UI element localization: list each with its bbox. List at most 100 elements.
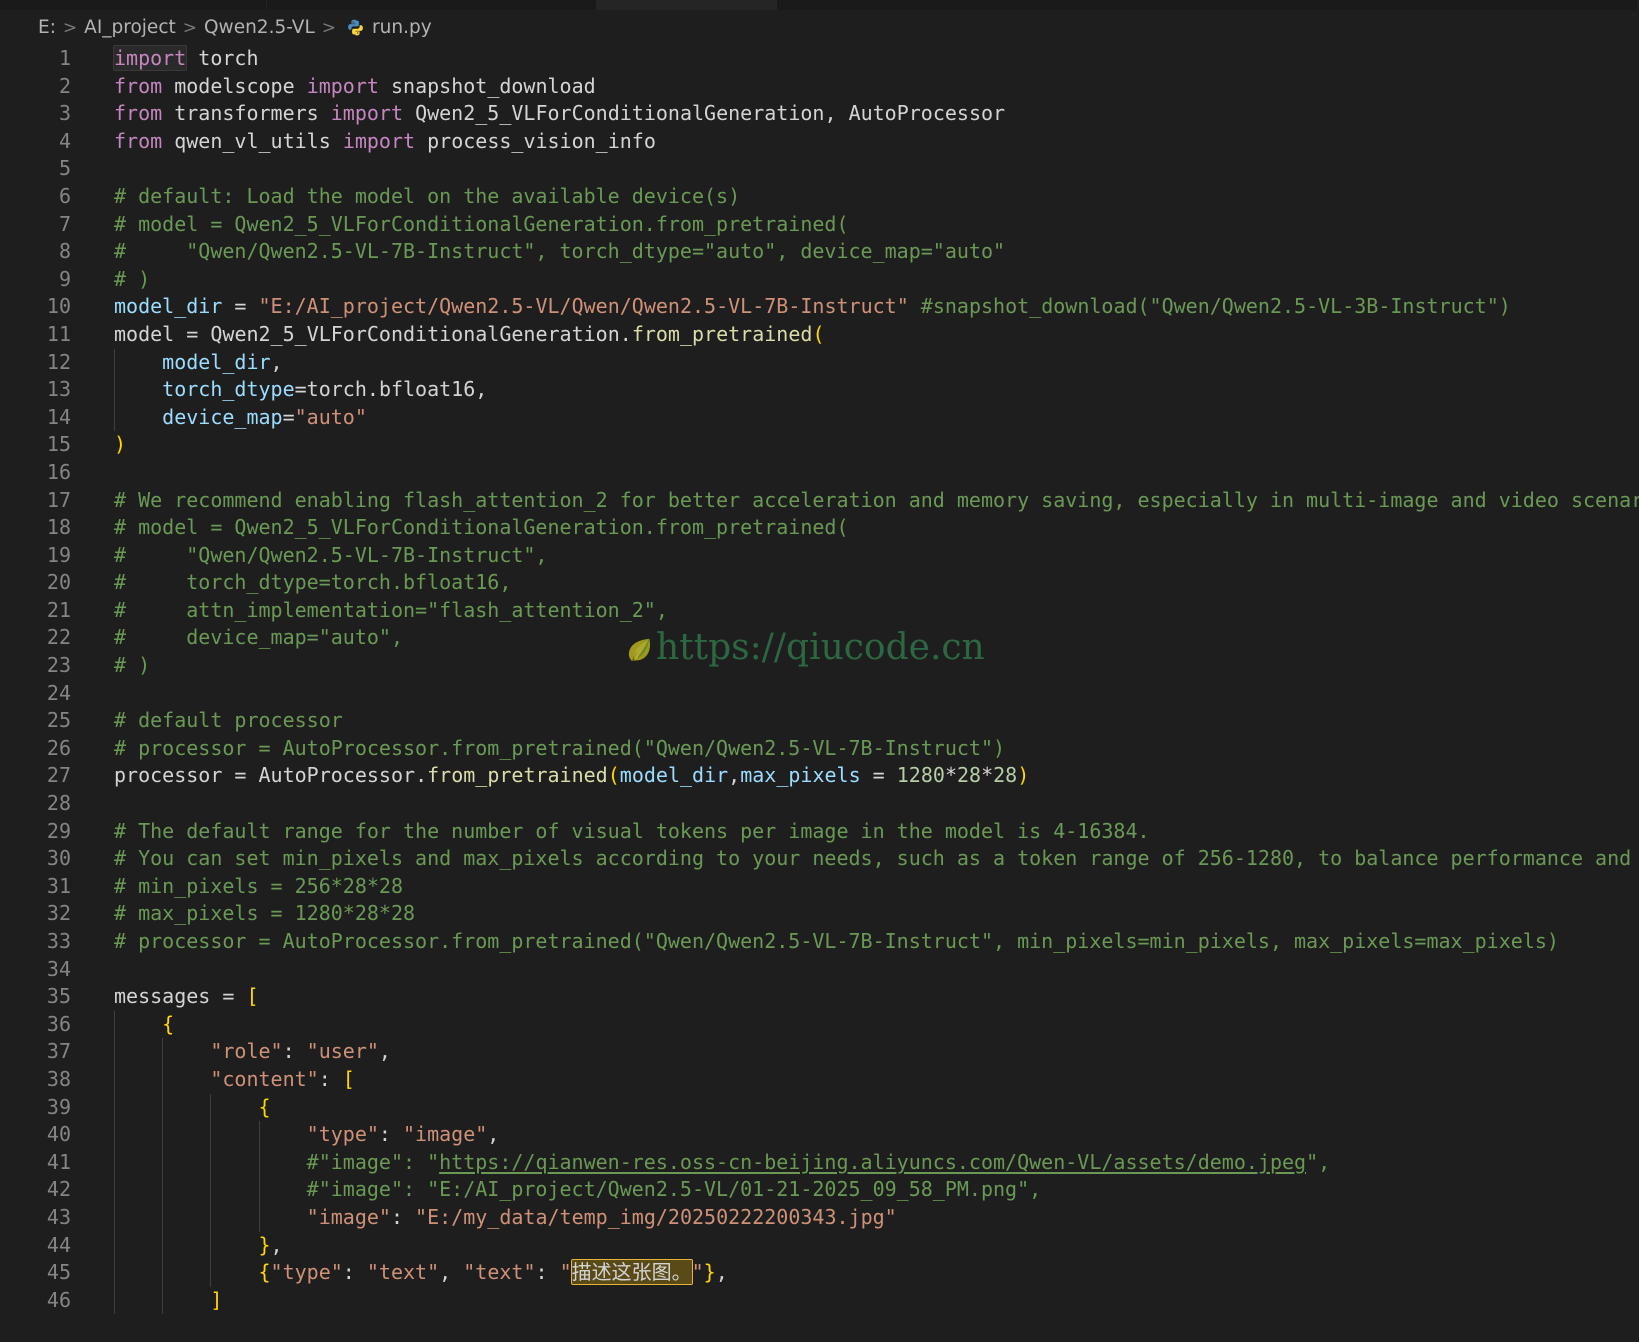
code-line[interactable]: 38 "content": [ <box>0 1065 1639 1094</box>
line-content[interactable]: # min_pixels = 256*28*28 <box>90 873 1639 901</box>
code-line[interactable]: 32 # max_pixels = 1280*28*28 <box>0 900 1639 928</box>
code-line[interactable]: 41 #"image": "https://qianwen-res.oss-cn… <box>0 1148 1639 1177</box>
line-content[interactable]: processor = AutoProcessor.from_pretraine… <box>90 762 1639 790</box>
editor-tab-1[interactable] <box>0 0 267 10</box>
code-line[interactable]: 3 from transformers import Qwen2_5_VLForC… <box>0 100 1639 128</box>
code-line[interactable]: 23 # ) <box>0 652 1639 680</box>
line-content[interactable]: # max_pixels = 1280*28*28 <box>90 900 1639 928</box>
code-line[interactable]: 37 "role": "user", <box>0 1038 1639 1066</box>
line-content[interactable]: model_dir = "E:/AI_project/Qwen2.5-VL/Qw… <box>90 293 1639 321</box>
line-content[interactable]: # The default range for the number of vi… <box>90 818 1639 846</box>
line-content[interactable]: torch_dtype=torch.bfloat16, <box>90 376 1639 404</box>
line-content[interactable]: { <box>90 1093 1639 1122</box>
breadcrumb[interactable]: E: > AI_project > Qwen2.5-VL > run.py <box>0 11 1639 44</box>
code-line[interactable]: 29 # The default range for the number of … <box>0 818 1639 846</box>
code-line[interactable]: 4 from qwen_vl_utils import process_visio… <box>0 128 1639 156</box>
line-content[interactable]: import torch <box>90 45 1639 73</box>
line-content[interactable]: "type": "image", <box>90 1121 1639 1149</box>
line-content[interactable]: # ) <box>90 266 1639 294</box>
code-line[interactable]: 24 <box>0 680 1639 708</box>
line-content[interactable]: # processor = AutoProcessor.from_pretrai… <box>90 735 1639 763</box>
code-line[interactable]: 16 <box>0 459 1639 487</box>
line-content[interactable]: #"image": "https://qianwen-res.oss-cn-be… <box>90 1148 1639 1177</box>
code-line[interactable]: 6 # default: Load the model on the availa… <box>0 183 1639 211</box>
code-line[interactable]: 22 # device_map="auto", <box>0 624 1639 652</box>
code-editor[interactable]: 1 import torch 2 from modelscope import sna… <box>0 44 1639 1342</box>
line-number: 13 <box>46 377 71 402</box>
code-line[interactable]: 33 # processor = AutoProcessor.from_pretr… <box>0 928 1639 956</box>
line-content[interactable]: # model = Qwen2_5_VLForConditionalGenera… <box>90 514 1639 542</box>
line-content[interactable]: # "Qwen/Qwen2.5-VL-7B-Instruct", torch_d… <box>90 238 1639 266</box>
line-content[interactable]: model_dir, <box>90 348 1639 377</box>
breadcrumb-item-file[interactable]: run.py <box>372 17 432 38</box>
code-line[interactable]: 7 # model = Qwen2_5_VLForConditionalGener… <box>0 211 1639 239</box>
code-line[interactable]: 45 {"type": "text", "text": "描述这张图。"}, <box>0 1259 1639 1287</box>
code-line[interactable]: 5 <box>0 155 1639 183</box>
code-line[interactable]: 17 # We recommend enabling flash_attentio… <box>0 487 1639 515</box>
code-line[interactable]: 43 "image": "E:/my_data/temp_img/2025022… <box>0 1203 1639 1232</box>
code-line[interactable]: 19 # "Qwen/Qwen2.5-VL-7B-Instruct", <box>0 542 1639 570</box>
editor-tab-active[interactable] <box>597 0 777 10</box>
line-content[interactable]: # We recommend enabling flash_attention_… <box>90 487 1639 515</box>
line-content[interactable]: # torch_dtype=torch.bfloat16, <box>90 569 1639 597</box>
line-content[interactable]: {"type": "text", "text": "描述这张图。"}, <box>90 1259 1639 1287</box>
editor-tab-strip[interactable] <box>0 0 1639 11</box>
line-content[interactable]: # default: Load the model on the availab… <box>90 183 1639 211</box>
line-content[interactable]: "role": "user", <box>90 1038 1639 1066</box>
line-content[interactable]: device_map="auto" <box>90 403 1639 432</box>
code-line[interactable]: 15) <box>0 431 1639 459</box>
code-line[interactable]: 8 # "Qwen/Qwen2.5-VL-7B-Instruct", torch_… <box>0 238 1639 266</box>
line-content[interactable]: # "Qwen/Qwen2.5-VL-7B-Instruct", <box>90 542 1639 570</box>
code-line[interactable]: 34 <box>0 956 1639 984</box>
breadcrumb-item-qwen[interactable]: Qwen2.5-VL <box>204 17 315 38</box>
code-line[interactable]: 25 # default processor <box>0 707 1639 735</box>
line-content[interactable]: # ) <box>90 652 1639 680</box>
line-content[interactable]: # You can set min_pixels and max_pixels … <box>90 845 1639 873</box>
code-line[interactable]: 27 processor = AutoProcessor.from_pretrai… <box>0 762 1639 790</box>
line-content[interactable]: "image": "E:/my_data/temp_img/2025022220… <box>90 1203 1639 1232</box>
line-content[interactable]: # model = Qwen2_5_VLForConditionalGenera… <box>90 211 1639 239</box>
code-line[interactable]: 9 # ) <box>0 266 1639 294</box>
code-line[interactable]: 44 }, <box>0 1231 1639 1260</box>
code-line[interactable]: 11 model = Qwen2_5_VLForConditionalGenera… <box>0 321 1639 349</box>
line-content[interactable]: { <box>90 1010 1639 1039</box>
code-line[interactable]: 14 device_map="auto" <box>0 403 1639 432</box>
code-line[interactable]: 1 import torch <box>0 45 1639 73</box>
line-content[interactable]: from modelscope import snapshot_download <box>90 73 1639 101</box>
find-match-highlight: 描述这张图。 <box>570 1259 693 1286</box>
breadcrumb-item-ai-project[interactable]: AI_project <box>84 17 176 38</box>
line-content[interactable]: # attn_implementation="flash_attention_2… <box>90 597 1639 625</box>
line-content[interactable]: # processor = AutoProcessor.from_pretrai… <box>90 928 1639 956</box>
code-line[interactable]: 18 # model = Qwen2_5_VLForConditionalGene… <box>0 514 1639 542</box>
line-content[interactable]: from transformers import Qwen2_5_VLForCo… <box>90 100 1639 128</box>
line-content[interactable]: }, <box>90 1231 1639 1260</box>
breadcrumb-item-drive[interactable]: E: <box>38 17 56 38</box>
code-lines[interactable]: 1 import torch 2 from modelscope import sna… <box>0 44 1639 1342</box>
code-line[interactable]: 13 torch_dtype=torch.bfloat16, <box>0 376 1639 404</box>
code-line[interactable]: 36 { <box>0 1010 1639 1039</box>
line-content[interactable]: ] <box>90 1286 1639 1315</box>
line-content[interactable]: from qwen_vl_utils import process_vision… <box>90 128 1639 156</box>
line-content[interactable]: #"image": "E:/AI_project/Qwen2.5-VL/01-2… <box>90 1176 1639 1204</box>
code-line[interactable]: 40 "type": "image", <box>0 1121 1639 1149</box>
code-line[interactable]: 28 <box>0 790 1639 818</box>
code-line[interactable]: 26 # processor = AutoProcessor.from_pretr… <box>0 735 1639 763</box>
line-content[interactable]: "content": [ <box>90 1065 1639 1094</box>
code-line[interactable]: 42 #"image": "E:/AI_project/Qwen2.5-VL/0… <box>0 1176 1639 1204</box>
code-line[interactable]: 20 # torch_dtype=torch.bfloat16, <box>0 569 1639 597</box>
code-line[interactable]: 46 ] <box>0 1286 1639 1315</box>
line-content[interactable]: messages = [ <box>90 983 1639 1011</box>
code-line[interactable]: 39 { <box>0 1093 1639 1122</box>
line-content[interactable]: # default processor <box>90 707 1639 735</box>
line-content[interactable]: ) <box>90 431 1639 459</box>
code-line[interactable]: 12 model_dir, <box>0 348 1639 377</box>
code-line[interactable]: 31 # min_pixels = 256*28*28 <box>0 873 1639 901</box>
code-line[interactable]: 2 from modelscope import snapshot_downloa… <box>0 73 1639 101</box>
editor-tab-2[interactable] <box>267 0 597 10</box>
code-line[interactable]: 30 # You can set min_pixels and max_pixel… <box>0 845 1639 873</box>
line-content[interactable]: model = Qwen2_5_VLForConditionalGenerati… <box>90 321 1639 349</box>
line-content[interactable]: # device_map="auto", <box>90 624 1639 652</box>
code-line[interactable]: 35 messages = [ <box>0 983 1639 1011</box>
code-line[interactable]: 10 model_dir = "E:/AI_project/Qwen2.5-VL/… <box>0 293 1639 321</box>
code-line[interactable]: 21 # attn_implementation="flash_attention… <box>0 597 1639 625</box>
